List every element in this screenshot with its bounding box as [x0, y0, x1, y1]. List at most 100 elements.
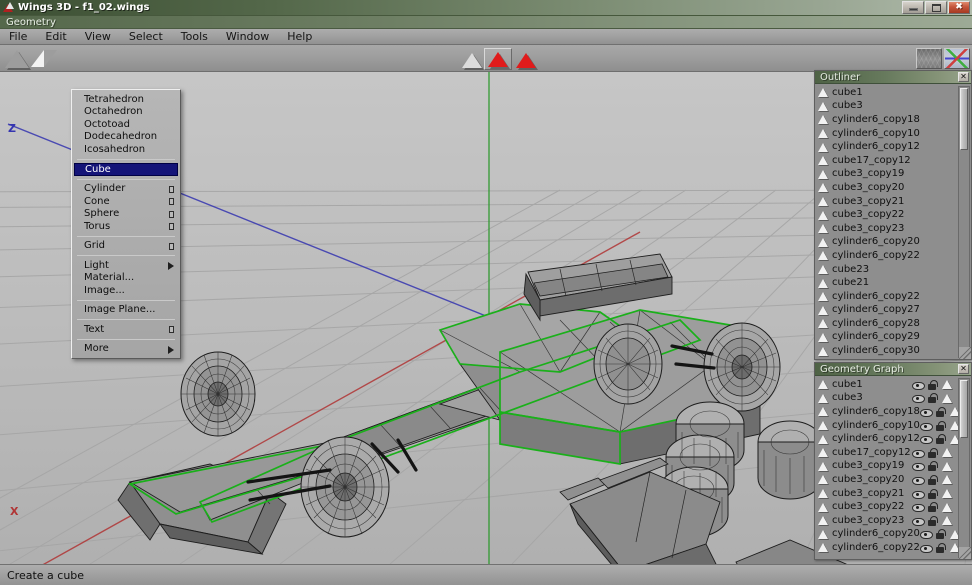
- wireframe-icon[interactable]: [950, 435, 958, 444]
- option-dialog-icon[interactable]: [169, 243, 174, 250]
- option-dialog-icon[interactable]: [169, 211, 174, 218]
- unlock-icon[interactable]: [928, 448, 937, 458]
- menu-item-text[interactable]: Text: [72, 323, 180, 336]
- unlock-icon[interactable]: [928, 516, 937, 526]
- menu-item-cube[interactable]: Cube: [74, 163, 178, 176]
- outliner-item[interactable]: cylinder6_copy27: [816, 304, 958, 318]
- menu-item-torus[interactable]: Torus: [72, 220, 180, 233]
- menu-item-image[interactable]: Image...: [72, 284, 180, 297]
- menu-item-sphere[interactable]: Sphere: [72, 208, 180, 221]
- menu-file[interactable]: File: [0, 29, 36, 44]
- menu-item-cylinder[interactable]: Cylinder: [72, 183, 180, 196]
- unlock-icon[interactable]: [928, 502, 937, 512]
- unlock-icon[interactable]: [936, 407, 945, 417]
- wireframe-icon[interactable]: [950, 530, 958, 539]
- outliner-resize-grip[interactable]: [959, 347, 971, 359]
- outliner-item[interactable]: cube3_copy22: [816, 208, 958, 222]
- menu-view[interactable]: View: [76, 29, 120, 44]
- unlock-icon[interactable]: [928, 380, 937, 390]
- menu-item-dodecahedron[interactable]: Dodecahedron: [72, 131, 180, 144]
- geometry-graph-scrollbar[interactable]: [958, 378, 970, 558]
- menu-item-grid[interactable]: Grid: [72, 240, 180, 253]
- wireframe-icon[interactable]: [942, 503, 952, 512]
- menu-window[interactable]: Window: [217, 29, 278, 44]
- menu-item-cone[interactable]: Cone: [72, 195, 180, 208]
- eye-icon[interactable]: [920, 435, 931, 443]
- eye-icon[interactable]: [920, 422, 931, 430]
- eye-icon[interactable]: [912, 517, 923, 525]
- wireframe-icon[interactable]: [942, 462, 952, 471]
- outliner-item[interactable]: cylinder6_copy30: [816, 344, 958, 358]
- perspective-view-thumb[interactable]: [916, 48, 942, 69]
- outliner-close-button[interactable]: ✕: [958, 72, 969, 82]
- geometry-graph-item[interactable]: cube3_copy22: [816, 500, 958, 514]
- menu-item-material[interactable]: Material...: [72, 272, 180, 285]
- geometry-graph-item[interactable]: cylinder6_copy12: [816, 432, 958, 446]
- outliner-item[interactable]: cylinder6_copy18: [816, 113, 958, 127]
- menu-item-more[interactable]: More: [72, 343, 180, 356]
- option-dialog-icon[interactable]: [169, 223, 174, 230]
- menu-edit[interactable]: Edit: [36, 29, 75, 44]
- maximize-button[interactable]: [925, 1, 947, 14]
- outliner-scroll-thumb[interactable]: [960, 88, 968, 150]
- eye-icon[interactable]: [912, 462, 923, 470]
- unlock-icon[interactable]: [928, 393, 937, 403]
- eye-icon[interactable]: [912, 394, 923, 402]
- wireframe-icon[interactable]: [950, 407, 958, 416]
- outliner-item[interactable]: cube3_copy21: [816, 195, 958, 209]
- outliner-titlebar[interactable]: Outliner ✕: [815, 71, 971, 84]
- close-button[interactable]: ✖: [948, 1, 970, 14]
- vertex-selection-mode-button[interactable]: [432, 48, 460, 70]
- option-dialog-icon[interactable]: [169, 326, 174, 333]
- outliner-item[interactable]: cube3_copy23: [816, 222, 958, 236]
- eye-icon[interactable]: [920, 544, 931, 552]
- outliner-item[interactable]: cylinder6_copy28: [816, 317, 958, 331]
- menu-tools[interactable]: Tools: [172, 29, 217, 44]
- geometry-graph-close-button[interactable]: ✕: [958, 364, 969, 374]
- wireframe-icon[interactable]: [942, 489, 952, 498]
- geometry-window-titlebar[interactable]: Geometry: [0, 16, 972, 29]
- geometry-graph-item[interactable]: cylinder6_copy18: [816, 405, 958, 419]
- wireframe-icon[interactable]: [942, 448, 952, 457]
- eye-icon[interactable]: [912, 449, 923, 457]
- outliner-item[interactable]: cube3_copy19: [816, 168, 958, 182]
- menu-item-light[interactable]: Light: [72, 259, 180, 272]
- outliner-list[interactable]: cube1cube3cylinder6_copy18cylinder6_copy…: [816, 86, 958, 358]
- option-dialog-icon[interactable]: [169, 198, 174, 205]
- body-selection-mode-button[interactable]: [512, 48, 540, 70]
- undo-button[interactable]: [3, 48, 31, 70]
- outliner-scrollbar[interactable]: [958, 86, 970, 358]
- wireframe-icon[interactable]: [942, 475, 952, 484]
- unlock-icon[interactable]: [928, 489, 937, 499]
- edge-selection-mode-button[interactable]: [458, 48, 486, 70]
- outliner-item[interactable]: cube3_copy20: [816, 181, 958, 195]
- geometry-graph-resize-grip[interactable]: [959, 547, 971, 559]
- geometry-graph-list[interactable]: cube1cube3cylinder6_copy18cylinder6_copy…: [816, 378, 958, 558]
- unlock-icon[interactable]: [936, 543, 945, 553]
- minimize-button[interactable]: [902, 1, 924, 14]
- option-dialog-icon[interactable]: [169, 186, 174, 193]
- geometry-graph-item[interactable]: cube1: [816, 378, 958, 392]
- outliner-item[interactable]: cylinder6_copy10: [816, 127, 958, 141]
- menu-help[interactable]: Help: [278, 29, 321, 44]
- outliner-item[interactable]: cylinder6_copy22: [816, 249, 958, 263]
- geometry-graph-item[interactable]: cube3_copy20: [816, 473, 958, 487]
- outliner-item[interactable]: cube23: [816, 263, 958, 277]
- geometry-graph-item[interactable]: cube3: [816, 392, 958, 406]
- outliner-item[interactable]: cube17_copy12: [816, 154, 958, 168]
- primitives-context-menu[interactable]: Tetrahedron Octahedron Octotoad Dodecahe…: [71, 89, 181, 359]
- unlock-icon[interactable]: [928, 461, 937, 471]
- eye-icon[interactable]: [920, 530, 931, 538]
- geometry-graph-item[interactable]: cylinder6_copy10: [816, 419, 958, 433]
- geometry-graph-item[interactable]: cube3_copy23: [816, 514, 958, 528]
- unlock-icon[interactable]: [936, 529, 945, 539]
- unlock-icon[interactable]: [936, 421, 945, 431]
- wireframe-icon[interactable]: [942, 516, 952, 525]
- unlock-icon[interactable]: [928, 475, 937, 485]
- face-selection-mode-button[interactable]: [484, 48, 512, 70]
- eye-icon[interactable]: [912, 503, 923, 511]
- redo-button[interactable]: [30, 48, 58, 70]
- eye-icon[interactable]: [920, 408, 931, 416]
- geometry-graph-titlebar[interactable]: Geometry Graph ✕: [815, 363, 971, 376]
- geometry-graph-scroll-thumb[interactable]: [960, 380, 968, 438]
